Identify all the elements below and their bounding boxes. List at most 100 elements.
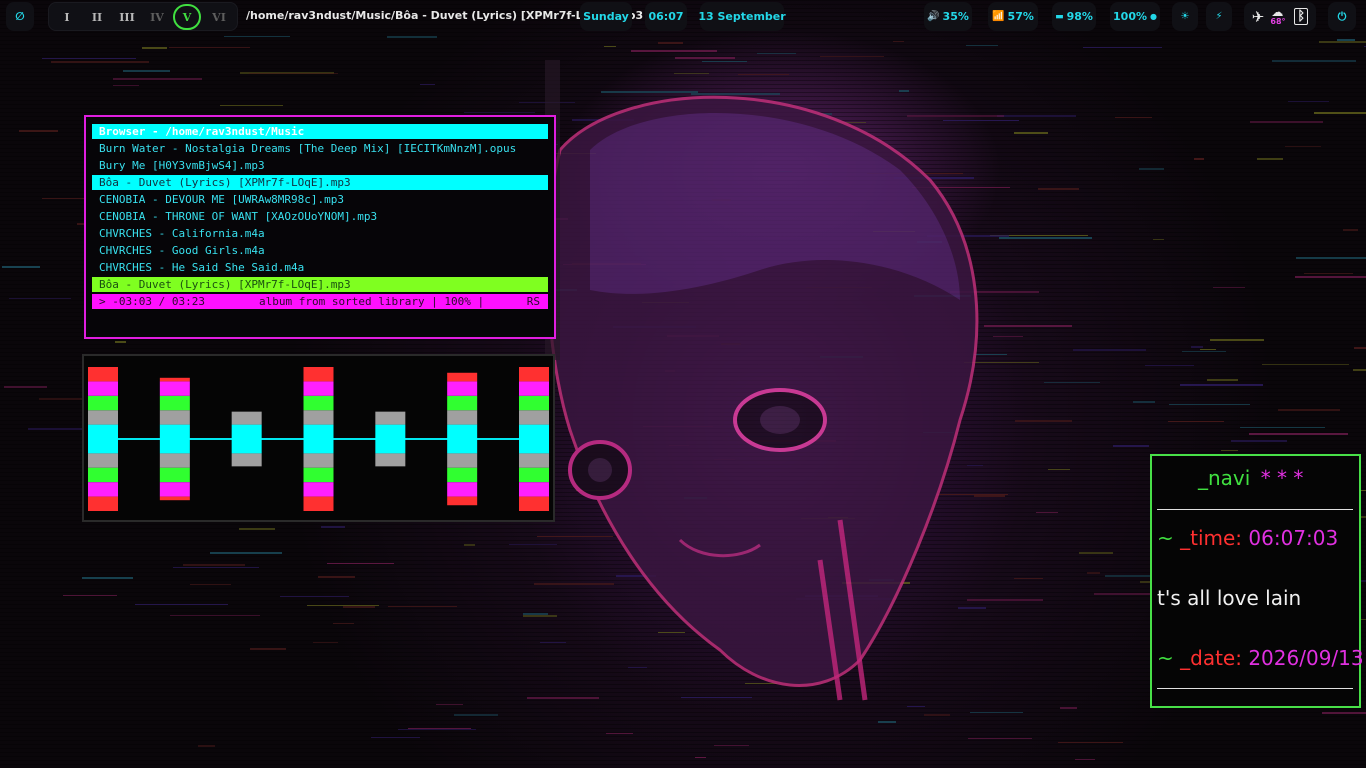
glitch-line (695, 757, 706, 758)
browser-item[interactable]: CENOBIA - THRONE OF WANT [XAOzOUoYNOM].m… (92, 209, 548, 224)
browser-item[interactable]: Bury Me [H0Y3vmBjwS4].mp3 (92, 158, 548, 173)
glitch-line (333, 623, 354, 624)
player-status-bar[interactable]: > -03:03 / 03:23 album from sorted libra… (92, 294, 548, 309)
navi-title-line: _navi * * * (1198, 466, 1303, 490)
glitch-line (943, 120, 1019, 121)
visualizer-bar-segment (88, 467, 118, 483)
navi-stars: * * * (1260, 466, 1304, 490)
visualizer-bar (88, 367, 118, 511)
visualizer-bar-segment (303, 395, 334, 411)
date-widget[interactable]: 13 September (698, 2, 786, 31)
glitch-line (984, 325, 1072, 327)
glitch-line (1115, 117, 1152, 118)
browser-item[interactable]: CENOBIA - DEVOUR ME [UWRAw8MR98c].mp3 (92, 192, 548, 207)
glitch-line (169, 47, 250, 48)
visualizer-bar-segment (519, 467, 549, 483)
glitch-line (1295, 276, 1366, 278)
glitch-line (123, 70, 170, 72)
wifi-value: 57% (1007, 10, 1034, 23)
launcher-button[interactable]: ∅ (6, 2, 34, 31)
glitch-line (142, 47, 167, 49)
workspace-2[interactable]: II (85, 6, 109, 28)
glitch-line (388, 606, 457, 607)
power-profile-button[interactable]: ⚡ (1206, 2, 1232, 31)
workspace-1[interactable]: I (55, 6, 79, 28)
glitch-line (1139, 168, 1164, 170)
glitch-line (1015, 420, 1072, 422)
glitch-line (173, 567, 259, 568)
power-button[interactable]: ⏻ (1328, 2, 1356, 31)
browser-item-selected[interactable]: Bôa - Duvet (Lyrics) [XPMr7f-LOqE].mp3 (92, 175, 548, 190)
browser-item[interactable]: CHVRCHES - California.m4a (92, 226, 548, 241)
glitch-line (606, 733, 633, 734)
glitch-line (958, 607, 986, 609)
workspace-4[interactable]: IV (145, 6, 169, 28)
glitch-line (1194, 158, 1204, 160)
visualizer-bar-segment (231, 453, 262, 467)
visualizer-bar-segment (159, 496, 190, 501)
glitch-line (1322, 712, 1366, 714)
navi-date-prefix: ~ (1157, 646, 1181, 670)
glitch-line (1257, 158, 1283, 160)
glitch-line (1272, 60, 1356, 62)
glitch-line (966, 45, 998, 46)
glitch-line (1169, 404, 1250, 405)
navi-quote: t's all love lain (1157, 586, 1302, 610)
glitch-line (170, 615, 260, 616)
glitch-line (1296, 257, 1366, 259)
now-playing-bar[interactable]: Bôa - Duvet (Lyrics) [XPMr7f-LOqE].mp3 (92, 277, 548, 292)
glitch-line (1048, 469, 1070, 470)
wifi-widget[interactable]: 📶 57% (988, 2, 1038, 31)
glitch-line (523, 615, 557, 617)
visualizer-bar-segment (375, 439, 406, 454)
glitch-line (907, 706, 925, 707)
telegram-icon[interactable]: ✈ (1252, 8, 1265, 26)
bluetooth-icon[interactable]: ᛒ (1294, 8, 1309, 25)
music-browser-window[interactable]: Browser - /home/rav3ndust/Music Burn Wat… (84, 115, 556, 339)
browser-item[interactable]: Burn Water - Nostalgia Dreams [The Deep … (92, 141, 548, 156)
visualizer-bar-segment (519, 496, 549, 511)
glitch-line (1240, 427, 1325, 428)
workspace-3[interactable]: III (115, 6, 139, 28)
browser-header: Browser - /home/rav3ndust/Music (92, 124, 548, 139)
system-tray: ✈ ☁ 68° ᛒ (1244, 2, 1316, 31)
volume-value: 35% (942, 10, 969, 23)
visualizer-bar-segment (159, 424, 190, 439)
workspace-6[interactable]: VI (207, 6, 231, 28)
workspace-5[interactable]: V (173, 4, 201, 30)
visualizer-bar-segment (88, 482, 118, 497)
glitch-line (307, 605, 379, 606)
visualizer-bar-segment (375, 411, 406, 425)
glitch-line (907, 115, 1004, 117)
glitch-line (1083, 47, 1162, 48)
glitch-line (1153, 239, 1164, 240)
glitch-line (1285, 146, 1321, 147)
browser-item[interactable]: CHVRCHES - He Said She Said.m4a (92, 260, 548, 275)
top-bar: ∅ I II III IV V VI /home/rav3ndust/Music… (0, 0, 1366, 34)
visualizer-bar-segment (447, 372, 478, 382)
glitch-line (398, 729, 476, 730)
battery-widget[interactable]: 100% ● (1110, 2, 1160, 31)
glitch-line (1221, 450, 1238, 451)
glitch-line (1319, 41, 1366, 43)
memory-widget[interactable]: ▬ 98% (1052, 2, 1096, 31)
glitch-line (970, 712, 1023, 713)
visualizer-bar-segment (447, 410, 478, 425)
clock-widget[interactable]: 06:07 (645, 2, 687, 31)
glitch-line (63, 595, 117, 596)
glitch-line (968, 738, 1032, 739)
glitch-line (249, 73, 338, 74)
glitch-line (1038, 188, 1079, 190)
glitch-line (1191, 346, 1203, 348)
visualizer-bar-segment (159, 467, 190, 483)
visualizer-bar-segment (231, 424, 262, 439)
glitch-line (691, 93, 780, 95)
brightness-button[interactable]: ☀ (1172, 2, 1198, 31)
visualizer-bar-segment (303, 453, 334, 468)
browser-item[interactable]: CHVRCHES - Good Girls.m4a (92, 243, 548, 258)
volume-widget[interactable]: 🔊 35% (924, 2, 972, 31)
playback-mode: album from sorted library | 100% | (259, 295, 485, 308)
weather-icon[interactable]: ☁ 68° (1268, 5, 1290, 27)
visualizer-bar-segment (231, 439, 262, 454)
visualizer-bar-segment (303, 439, 334, 454)
